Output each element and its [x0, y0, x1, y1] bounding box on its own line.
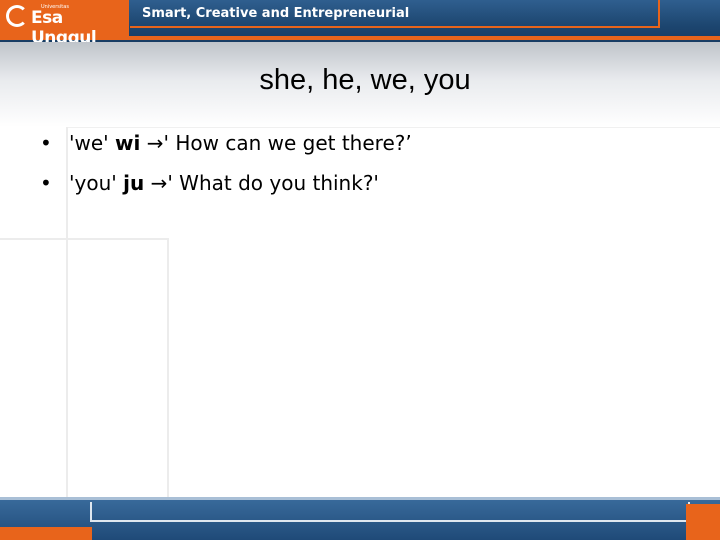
bullet-term: wi [115, 131, 141, 155]
footer-accent-left [0, 527, 92, 540]
slide-title: she, he, we, you [259, 64, 471, 96]
arrow-icon: → [150, 171, 168, 195]
arrow-icon: → [146, 131, 164, 155]
tagline: Smart, Creative and Entrepreneurial [142, 6, 410, 21]
logo-ring-icon [6, 5, 28, 27]
decor-line [167, 238, 169, 498]
footer-accent-line [0, 497, 720, 500]
bullet-text: ' What do you think?' [167, 171, 379, 195]
bullet-text: 'you' [69, 171, 124, 195]
decor-line [0, 238, 168, 240]
bullet-item: • 'we' wi →' How can we get there?’ [40, 125, 412, 165]
footer-accent-right [686, 504, 720, 540]
logo: Universitas Esa Unggul [0, 0, 129, 48]
bullet-icon: • [40, 171, 52, 195]
bullet-text: ' How can we get there?’ [163, 131, 412, 155]
bullet-term: ju [123, 171, 145, 195]
bullet-item: • 'you' ju →' What do you think?' [40, 165, 412, 205]
bullet-text: 'we' [69, 131, 116, 155]
bullet-icon: • [40, 131, 52, 155]
bullet-list: •'we' wi →' How can we get there?’ •'you… [40, 125, 412, 205]
footer-frame [90, 502, 690, 522]
